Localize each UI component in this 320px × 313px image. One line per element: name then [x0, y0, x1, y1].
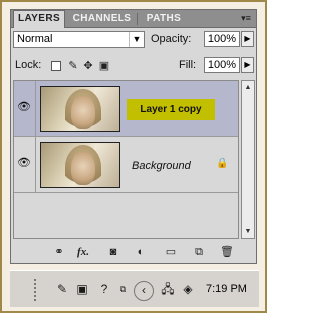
eye-icon[interactable]: 👁: [17, 101, 31, 113]
adjustment-icon[interactable]: ◐: [133, 244, 149, 260]
layers-scrollbar[interactable]: ▲ ▼: [241, 80, 255, 239]
layers-panel: LAYERS CHANNELS PATHS ▾≡ Normal ▼ Opacit…: [10, 9, 257, 264]
new-layer-icon[interactable]: ⧉: [191, 244, 207, 260]
tab-paths[interactable]: PATHS: [141, 11, 187, 27]
tab-separator: [137, 13, 138, 25]
opacity-input[interactable]: 100%: [204, 31, 240, 47]
layers-bottom-toolbar: ⚭ fx. ◙ ◐ ▭ ⧉ 🗑: [11, 242, 256, 262]
display-tray-icon[interactable]: ▣: [74, 281, 90, 297]
chevron-down-icon[interactable]: ▼: [129, 32, 144, 47]
blend-mode-value: Normal: [17, 33, 53, 45]
layer-row-layer-1-copy[interactable]: 👁 Layer 1 copy: [14, 81, 238, 137]
layer-row-background[interactable]: 👁 Background 🔒: [14, 137, 238, 193]
tab-layers[interactable]: LAYERS: [13, 10, 65, 28]
panel-tab-bar: LAYERS CHANNELS PATHS ▾≡: [11, 10, 256, 28]
layer-thumbnail: [40, 86, 120, 132]
blend-mode-select[interactable]: Normal ▼: [13, 31, 145, 48]
tab-channels[interactable]: CHANNELS: [69, 11, 135, 27]
help-tray-icon[interactable]: ?: [96, 281, 112, 297]
tray-window-icon[interactable]: ⧉: [116, 281, 130, 297]
lock-all-icon[interactable]: ▣: [98, 60, 110, 72]
taskbar-grip[interactable]: [34, 279, 39, 301]
windows-taskbar: ✎ ▣ ? ⧉ ‹ 🖧 ◈ 7:19 PM: [10, 270, 259, 307]
opacity-arrow-icon[interactable]: ▶: [241, 31, 254, 47]
panel-menu-icon[interactable]: ▾≡: [239, 12, 253, 24]
tray-expand-icon[interactable]: ‹: [134, 281, 154, 301]
visibility-cell[interactable]: 👁: [14, 137, 36, 192]
layer-name[interactable]: Background: [132, 160, 191, 173]
layer-thumbnail: [40, 142, 120, 188]
network-tray-icon[interactable]: 🖧: [160, 281, 176, 297]
taskbar-clock[interactable]: 7:19 PM: [206, 282, 247, 296]
lock-image-icon[interactable]: ✎: [67, 60, 79, 72]
pen-tray-icon[interactable]: ✎: [54, 281, 70, 297]
fill-input[interactable]: 100%: [204, 57, 240, 73]
group-folder-icon[interactable]: ▭: [163, 244, 179, 260]
layers-list: 👁 Layer 1 copy 👁 Background 🔒: [13, 80, 239, 239]
lock-label: Lock:: [15, 59, 42, 71]
trash-icon[interactable]: 🗑: [219, 244, 235, 260]
layer-name[interactable]: Layer 1 copy: [127, 99, 215, 120]
visibility-cell[interactable]: 👁: [14, 81, 36, 136]
mask-icon[interactable]: ◙: [105, 244, 121, 260]
link-icon[interactable]: ⚭: [51, 244, 67, 260]
device-tray-icon[interactable]: ◈: [180, 281, 196, 297]
fill-label: Fill:: [179, 59, 197, 71]
lock-transparent-icon[interactable]: [51, 61, 61, 71]
scroll-up-icon[interactable]: ▲: [242, 81, 254, 94]
fill-arrow-icon[interactable]: ▶: [241, 57, 254, 73]
fx-icon[interactable]: fx.: [75, 244, 91, 260]
eye-icon[interactable]: 👁: [17, 157, 31, 169]
scroll-down-icon[interactable]: ▼: [242, 225, 254, 238]
opacity-label: Opacity:: [151, 33, 192, 45]
lock-position-icon[interactable]: ✥: [82, 60, 94, 72]
screenshot-frame: LAYERS CHANNELS PATHS ▾≡ Normal ▼ Opacit…: [0, 0, 267, 313]
lock-icon: 🔒: [216, 158, 229, 169]
